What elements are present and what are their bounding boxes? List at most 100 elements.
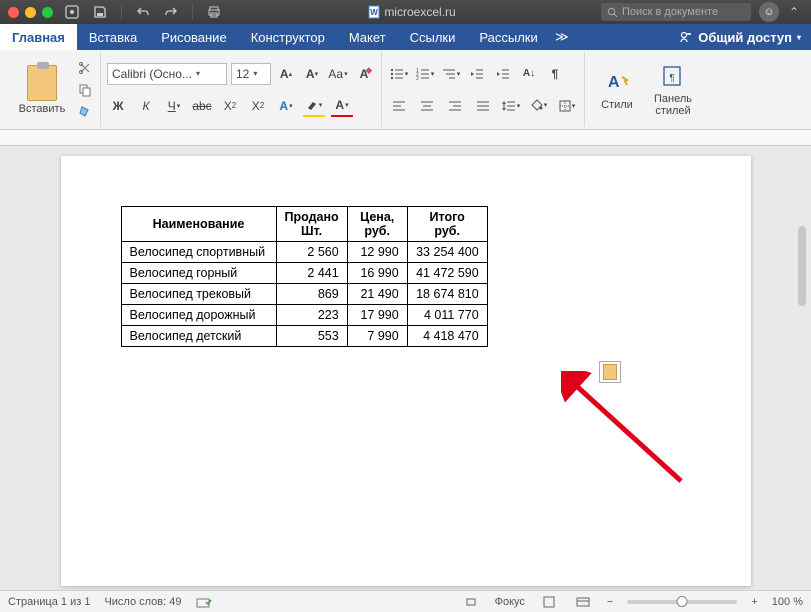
focus-label[interactable]: Фокус — [495, 596, 525, 608]
sort-button[interactable]: A↓ — [518, 63, 540, 85]
font-name-combo[interactable]: Calibri (Осно...▾ — [107, 63, 227, 85]
cut-button[interactable] — [76, 59, 94, 77]
shrink-font-button[interactable]: A▾ — [301, 63, 323, 85]
cell-price[interactable]: 16 990 — [347, 263, 407, 284]
grow-font-button[interactable]: A▴ — [275, 63, 297, 85]
bullets-button[interactable]: ▾ — [388, 63, 410, 85]
align-left-button[interactable] — [388, 95, 410, 117]
increase-indent-button[interactable] — [492, 63, 514, 85]
underline-button[interactable]: Ч▾ — [163, 95, 185, 117]
cell-sold[interactable]: 869 — [276, 284, 347, 305]
tab-references[interactable]: Ссылки — [398, 24, 468, 50]
highlight-button[interactable]: ▾ — [303, 95, 325, 117]
cell-name[interactable]: Велосипед трековый — [121, 284, 276, 305]
zoom-slider[interactable] — [627, 600, 737, 604]
cell-price[interactable]: 17 990 — [347, 305, 407, 326]
change-case-button[interactable]: Aa▾ — [327, 63, 349, 85]
undo-icon[interactable] — [134, 3, 152, 21]
cell-sold[interactable]: 2 441 — [276, 263, 347, 284]
header-sold[interactable]: ПроданоШт. — [276, 207, 347, 242]
chevron-up-icon[interactable]: ⌃ — [785, 3, 803, 21]
show-marks-button[interactable]: ¶ — [544, 63, 566, 85]
print-layout-view[interactable] — [539, 594, 559, 610]
zoom-in-button[interactable]: + — [751, 596, 757, 608]
page-scroll-area[interactable]: Наименование ПроданоШт. Цена,руб. Итогор… — [0, 146, 811, 590]
tab-design[interactable]: Конструктор — [239, 24, 337, 50]
cell-sold[interactable]: 223 — [276, 305, 347, 326]
data-table[interactable]: Наименование ПроданоШт. Цена,руб. Итогор… — [121, 206, 488, 347]
format-painter-button[interactable] — [76, 103, 94, 121]
tabs-overflow[interactable]: ≫ — [550, 24, 574, 50]
page-indicator[interactable]: Страница 1 из 1 — [8, 596, 90, 608]
copy-button[interactable] — [76, 81, 94, 99]
tab-home[interactable]: Главная — [0, 24, 77, 50]
cell-name[interactable]: Велосипед детский — [121, 326, 276, 347]
zoom-percent[interactable]: 100 % — [772, 596, 803, 608]
cell-sold[interactable]: 2 560 — [276, 242, 347, 263]
font-color-button[interactable]: A▾ — [331, 95, 353, 117]
word-count[interactable]: Число слов: 49 — [104, 596, 181, 608]
print-icon[interactable] — [205, 3, 223, 21]
bold-button[interactable]: Ж — [107, 95, 129, 117]
cell-name[interactable]: Велосипед спортивный — [121, 242, 276, 263]
cell-total[interactable]: 4 418 470 — [407, 326, 487, 347]
zoom-out-button[interactable]: − — [607, 596, 613, 608]
clear-formatting-button[interactable]: A◆ — [353, 63, 375, 85]
justify-button[interactable] — [472, 95, 494, 117]
align-right-button[interactable] — [444, 95, 466, 117]
styles-button[interactable]: A Стили — [591, 68, 643, 111]
cell-total[interactable]: 41 472 590 — [407, 263, 487, 284]
font-size-combo[interactable]: 12▾ — [231, 63, 271, 85]
header-name[interactable]: Наименование — [121, 207, 276, 242]
minimize-window[interactable] — [25, 7, 36, 18]
tab-insert[interactable]: Вставка — [77, 24, 149, 50]
cell-sold[interactable]: 553 — [276, 326, 347, 347]
cell-price[interactable]: 7 990 — [347, 326, 407, 347]
decrease-indent-button[interactable] — [466, 63, 488, 85]
header-total[interactable]: Итогоруб. — [407, 207, 487, 242]
shading-button[interactable]: ▾ — [528, 95, 550, 117]
table-row[interactable]: Велосипед спортивный2 56012 99033 254 40… — [121, 242, 487, 263]
cell-total[interactable]: 18 674 810 — [407, 284, 487, 305]
vertical-scrollbar[interactable] — [795, 146, 809, 588]
redo-icon[interactable] — [162, 3, 180, 21]
superscript-button[interactable]: X2 — [247, 95, 269, 117]
horizontal-ruler[interactable] — [0, 130, 811, 146]
table-row[interactable]: Велосипед детский5537 9904 418 470 — [121, 326, 487, 347]
cell-total[interactable]: 33 254 400 — [407, 242, 487, 263]
close-window[interactable] — [8, 7, 19, 18]
cell-name[interactable]: Велосипед дорожный — [121, 305, 276, 326]
cell-total[interactable]: 4 011 770 — [407, 305, 487, 326]
document-page[interactable]: Наименование ПроданоШт. Цена,руб. Итогор… — [61, 156, 751, 586]
maximize-window[interactable] — [42, 7, 53, 18]
paste-options-smarttag[interactable] — [599, 361, 621, 383]
search-input[interactable]: Поиск в документе — [601, 3, 751, 21]
paste-button[interactable]: Вставить — [12, 65, 72, 115]
table-row[interactable]: Велосипед дорожный22317 9904 011 770 — [121, 305, 487, 326]
tab-layout[interactable]: Макет — [337, 24, 398, 50]
save-icon[interactable] — [91, 3, 109, 21]
table-row[interactable]: Велосипед трековый86921 49018 674 810 — [121, 284, 487, 305]
share-button[interactable]: Общий доступ ▾ — [669, 24, 811, 50]
cell-name[interactable]: Велосипед горный — [121, 263, 276, 284]
line-spacing-button[interactable]: ▾ — [500, 95, 522, 117]
table-row[interactable]: Велосипед горный2 44116 99041 472 590 — [121, 263, 487, 284]
subscript-button[interactable]: X2 — [219, 95, 241, 117]
text-effects-button[interactable]: A▾ — [275, 95, 297, 117]
web-layout-view[interactable] — [573, 594, 593, 610]
tab-draw[interactable]: Рисование — [149, 24, 238, 50]
user-avatar[interactable]: ☺ — [759, 2, 779, 22]
autosave-icon[interactable] — [63, 3, 81, 21]
header-price[interactable]: Цена,руб. — [347, 207, 407, 242]
multilevel-list-button[interactable]: ▾ — [440, 63, 462, 85]
borders-button[interactable]: ▾ — [556, 95, 578, 117]
strikethrough-button[interactable]: abc — [191, 95, 213, 117]
styles-panel-button[interactable]: ¶ Панель стилей — [647, 62, 699, 117]
spellcheck-icon[interactable] — [196, 596, 212, 608]
italic-button[interactable]: К — [135, 95, 157, 117]
cell-price[interactable]: 12 990 — [347, 242, 407, 263]
focus-mode-button[interactable] — [461, 594, 481, 610]
align-center-button[interactable] — [416, 95, 438, 117]
numbering-button[interactable]: 123▾ — [414, 63, 436, 85]
cell-price[interactable]: 21 490 — [347, 284, 407, 305]
